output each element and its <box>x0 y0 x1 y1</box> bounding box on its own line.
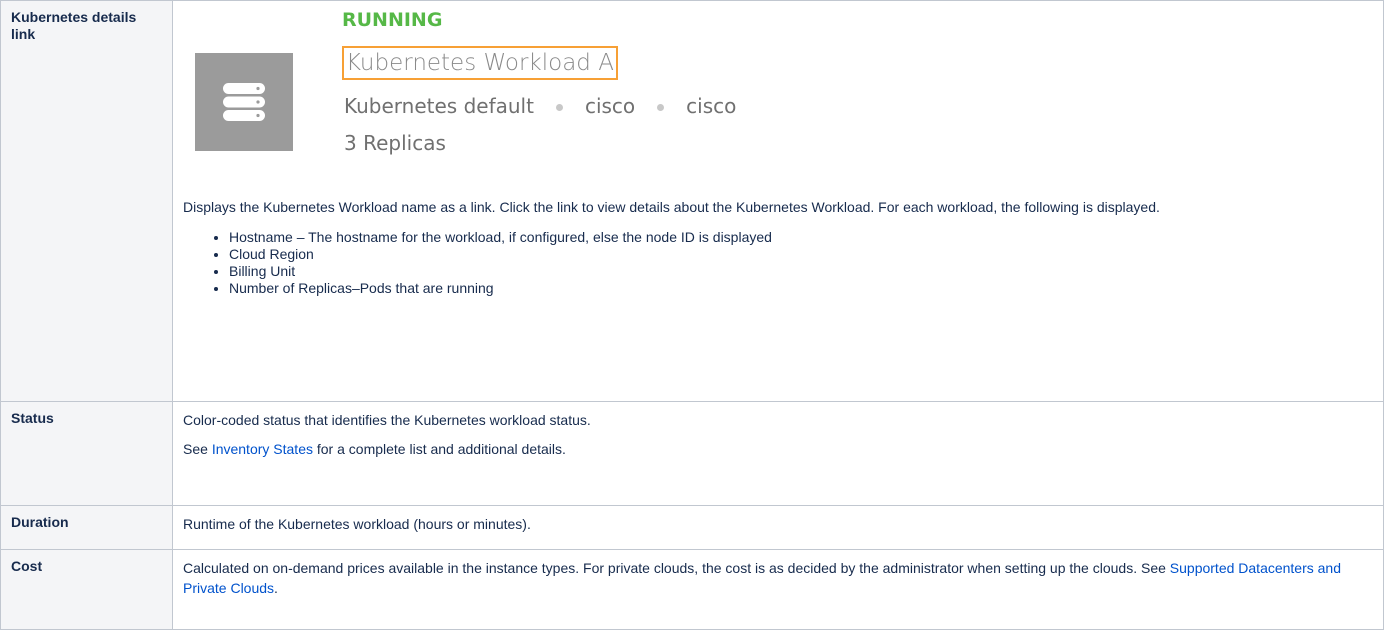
definition-table: Kubernetes details link RUNNING Kubernet… <box>0 0 1384 630</box>
status-badge: RUNNING <box>342 9 443 31</box>
list-item: Hostname – The hostname for the workload… <box>229 229 1373 246</box>
replica-count: 3 Replicas <box>344 131 446 155</box>
row-key-duration: Duration <box>0 505 173 550</box>
table-row: Cost Calculated on on-demand prices avai… <box>0 549 1384 630</box>
cloud-label: Kubernetes default <box>344 94 534 118</box>
inventory-states-link[interactable]: Inventory States <box>212 441 313 457</box>
status-description: Color-coded status that identifies the K… <box>183 412 591 428</box>
server-stack-icon <box>195 53 293 151</box>
table-row: Duration Runtime of the Kubernetes workl… <box>0 505 1384 550</box>
table-row: Status Color-coded status that identifie… <box>0 401 1384 506</box>
workload-meta: Kubernetes default cisco cisco <box>344 94 736 118</box>
account-label: cisco <box>584 94 636 118</box>
list-item: Billing Unit <box>229 263 1373 280</box>
row-key-details-link: Kubernetes details link <box>0 0 173 402</box>
row-key-status: Status <box>0 401 173 506</box>
row-value: Color-coded status that identifies the K… <box>172 401 1384 506</box>
row-value: Calculated on on-demand prices available… <box>172 549 1384 630</box>
row-value: RUNNING Kubernetes Workload A Kubernetes… <box>172 0 1384 402</box>
see-also-text: See Inventory States for a complete list… <box>183 439 1373 459</box>
detail-list: Hostname – The hostname for the workload… <box>183 229 1373 297</box>
workload-name-link[interactable]: Kubernetes Workload A <box>342 46 618 80</box>
row-key-cost: Cost <box>0 549 173 630</box>
cost-description: Calculated on on-demand prices available… <box>183 558 1373 598</box>
description-text: Displays the Kubernetes Workload name as… <box>183 199 1160 215</box>
row-value: Runtime of the Kubernetes workload (hour… <box>172 505 1384 550</box>
see-prefix: See <box>183 441 212 457</box>
separator-dot <box>657 104 665 111</box>
list-item: Cloud Region <box>229 246 1373 263</box>
cost-suffix: . <box>274 580 278 596</box>
table-row: Kubernetes details link RUNNING Kubernet… <box>0 0 1384 402</box>
separator-dot <box>555 104 563 111</box>
owner-label: cisco <box>686 94 737 118</box>
see-suffix: for a complete list and additional detai… <box>312 441 566 457</box>
list-item: Number of Replicas–Pods that are running <box>229 280 1373 297</box>
cost-text: Calculated on on-demand prices available… <box>183 560 1170 576</box>
workload-card: RUNNING Kubernetes Workload A Kubernetes… <box>183 9 1373 197</box>
duration-description: Runtime of the Kubernetes workload (hour… <box>183 516 531 532</box>
